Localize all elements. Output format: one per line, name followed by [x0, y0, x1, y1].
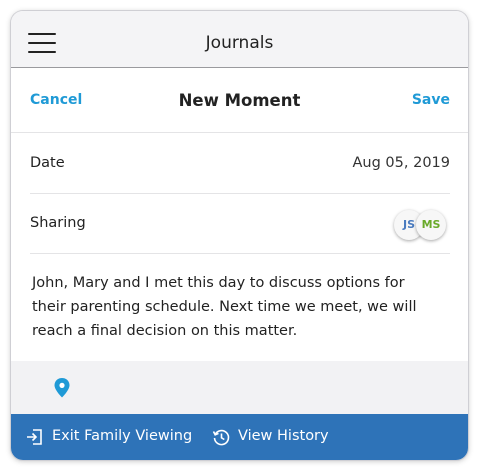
- sheet-title: New Moment: [178, 91, 301, 110]
- view-history-label: View History: [238, 428, 329, 444]
- sharing-row[interactable]: Sharing JS MS: [30, 194, 450, 254]
- map-pin-icon[interactable]: [53, 377, 71, 399]
- avatar-ms[interactable]: MS: [416, 210, 446, 240]
- app-window: Journals Cancel New Moment Save Date Aug…: [11, 11, 468, 460]
- attachment-toolbar: [11, 361, 468, 414]
- save-button[interactable]: Save: [412, 92, 450, 108]
- exit-family-viewing-label: Exit Family Viewing: [52, 428, 193, 444]
- history-icon: [212, 429, 230, 446]
- view-history-button[interactable]: View History: [212, 428, 352, 448]
- sheet-header: Cancel New Moment Save: [11, 68, 468, 133]
- bottom-action-bar: Exit Family Viewing View History: [11, 414, 468, 460]
- sharing-label: Sharing: [30, 215, 86, 231]
- date-label: Date: [30, 155, 65, 171]
- top-navigation-bar: Journals: [11, 11, 468, 68]
- exit-icon: [27, 429, 42, 445]
- sharing-avatars[interactable]: JS MS: [394, 210, 450, 240]
- exit-family-viewing-button[interactable]: Exit Family Viewing: [26, 428, 196, 448]
- date-row[interactable]: Date Aug 05, 2019: [30, 134, 450, 194]
- app-title: Journals: [205, 33, 274, 53]
- date-value[interactable]: Aug 05, 2019: [353, 155, 451, 171]
- moment-note-text[interactable]: John, Mary and I met this day to discuss…: [32, 271, 442, 343]
